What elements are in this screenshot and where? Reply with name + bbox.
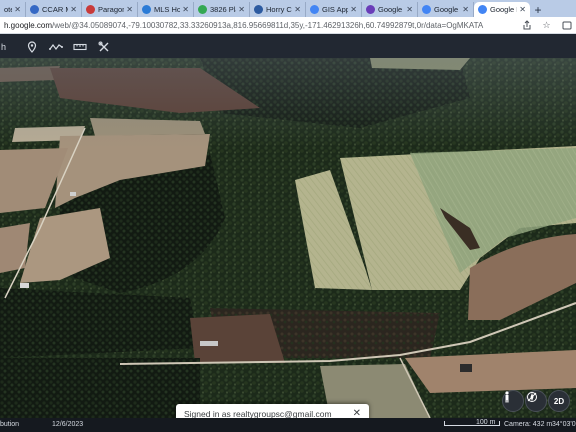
close-icon[interactable]: ✕ (14, 5, 21, 14)
favicon-icon (198, 5, 207, 14)
view-2d-button[interactable]: 2D (548, 390, 570, 412)
location-pin-icon[interactable] (22, 37, 42, 57)
favicon-icon (142, 5, 151, 14)
new-tab-button[interactable]: + (530, 2, 546, 17)
browser-tab[interactable]: Google E✕ (362, 2, 418, 17)
tab-list: CCAR Me✕Paragon 5✕MLS Horr✕3826 Plai✕Hor… (26, 2, 530, 17)
pegman-button[interactable] (502, 390, 524, 412)
close-icon[interactable]: ✕ (126, 5, 133, 14)
share-icon[interactable] (521, 20, 532, 31)
close-icon[interactable]: ✕ (462, 5, 469, 14)
tab-label: Paragon 5 (98, 5, 125, 14)
status-attribution[interactable]: bution (0, 421, 19, 428)
status-bar: bution 12/6/2023 100 m Camera: 432 m 34°… (0, 418, 576, 432)
tab-label: Google E (490, 5, 517, 14)
close-icon[interactable]: ✕ (350, 5, 357, 14)
favicon-icon (422, 5, 431, 14)
url-host: h.google.com (4, 20, 53, 30)
favicon-icon (310, 5, 319, 14)
browser-tab[interactable]: CCAR Me✕ (26, 2, 82, 17)
imagery-date: 12/6/2023 (52, 421, 84, 428)
address-bar[interactable]: h.google.com/web/@34.05089074,-79.100307… (0, 17, 576, 34)
satellite-map[interactable]: 2D (0, 58, 576, 418)
browser-tab[interactable]: 3826 Plai✕ (194, 2, 250, 17)
browser-window: { "browser": { "first_tab": "otes", "tab… (0, 0, 576, 432)
close-icon[interactable]: ✕ (406, 5, 413, 14)
earth-toolbar: h (0, 35, 576, 58)
close-icon[interactable]: ✕ (182, 5, 189, 14)
star-icon[interactable]: ☆ (541, 20, 552, 31)
tab-label: otes (4, 5, 12, 14)
tab-label: 3826 Plai (210, 5, 236, 14)
favicon-icon (86, 5, 95, 14)
tab-partial[interactable]: otes ✕ (0, 2, 26, 17)
close-icon[interactable]: ✕ (70, 5, 77, 14)
close-icon[interactable]: ✕ (294, 5, 301, 14)
browser-tab[interactable]: Paragon 5✕ (82, 2, 138, 17)
search-fragment[interactable]: h (0, 42, 6, 52)
view-2d-label: 2D (553, 396, 565, 406)
browser-tab[interactable]: Google E✕ (418, 2, 474, 17)
tab-strip: otes ✕ CCAR Me✕Paragon 5✕MLS Horr✕3826 P… (0, 0, 576, 17)
url-path: /web/@34.05089074,-79.10030782,33.332609… (52, 20, 484, 30)
tab-label: Horry Co (266, 5, 292, 14)
favicon-icon (478, 5, 487, 14)
browser-tab[interactable]: Horry Co✕ (250, 2, 306, 17)
extension-icon[interactable] (561, 20, 572, 31)
favicon-icon (30, 5, 39, 14)
close-icon[interactable]: ✕ (238, 5, 245, 14)
close-icon[interactable]: ✕ (519, 5, 526, 14)
url-text[interactable]: h.google.com/web/@34.05089074,-79.100307… (4, 21, 515, 30)
coordinates: 34°03'0 (552, 421, 576, 428)
browser-tab[interactable]: Google E✕ (474, 2, 530, 17)
close-icon[interactable]: ✕ (353, 409, 361, 419)
tab-label: Google E (378, 5, 404, 14)
ruler-icon[interactable] (70, 37, 90, 57)
tab-label: Google E (434, 5, 460, 14)
path-icon[interactable] (46, 37, 66, 57)
compass-button[interactable] (525, 390, 547, 412)
scale-bar (444, 421, 500, 426)
satellite-imagery (0, 58, 576, 418)
tab-label: GIS Appli (322, 5, 348, 14)
favicon-icon (366, 5, 375, 14)
tab-label: MLS Horr (154, 5, 181, 14)
tools-icon[interactable] (94, 37, 114, 57)
favicon-icon (254, 5, 263, 14)
camera-altitude: Camera: 432 m (504, 421, 553, 428)
browser-tab[interactable]: GIS Appli✕ (306, 2, 362, 17)
tab-label: CCAR Me (42, 5, 68, 14)
browser-tab[interactable]: MLS Horr✕ (138, 2, 194, 17)
